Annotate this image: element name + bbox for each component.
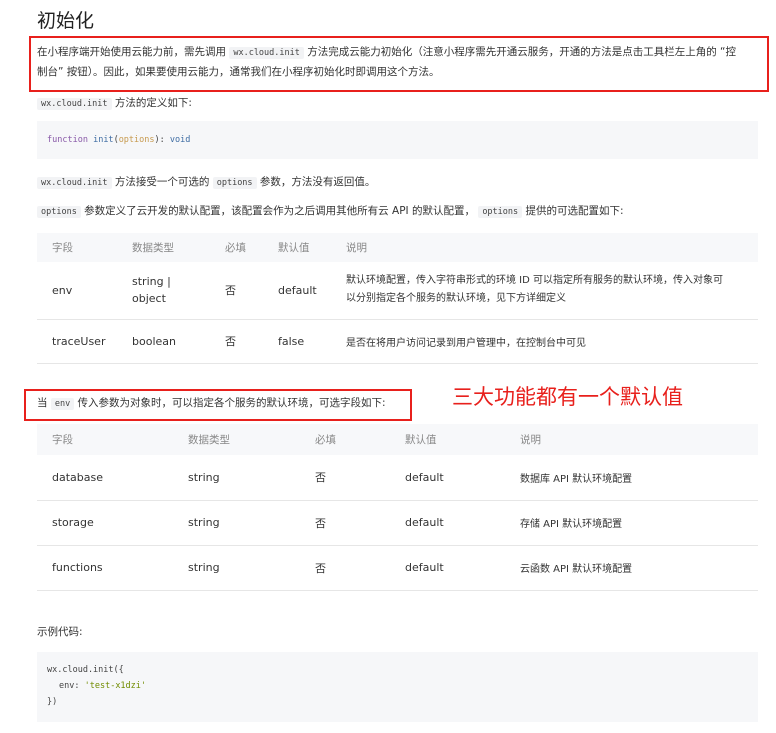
definition-line: wx.cloud.init 方法的定义如下: [37,94,192,114]
inline-code: wx.cloud.init [229,47,304,59]
table-row: functions string 否 default 云函数 API 默认环境配… [37,545,758,591]
page-title: 初始化 [37,10,95,32]
options-table: 字段 数据类型 必填 默认值 说明 env string | object 否 d… [37,233,758,364]
table-row: database string 否 default 数据库 API 默认环境配置 [37,455,758,501]
table-row: traceUser boolean 否 false 是否在将用户访问记录到用户管… [37,319,758,364]
table-header: 字段 数据类型 必填 默认值 说明 [37,424,758,455]
handwritten-annotation: 三大功能都有一个默认值 [452,385,683,409]
accepts-line: wx.cloud.init 方法接受一个可选的 options 参数，方法没有返… [37,173,375,193]
intro-line-2: 制台” 按钮）。因此，如果要使用云能力，通常我们在小程序初始化时即调用这个方法。 [37,66,440,78]
table-row: env string | object 否 default 默认环境配置，传入字符… [37,262,758,320]
env-line: 当 env 传入参数为对象时，可以指定各个服务的默认环境，可选字段如下: [37,397,386,410]
env-fields-table: 字段 数据类型 必填 默认值 说明 database string 否 defa… [37,424,758,591]
options-line: options 参数定义了云开发的默认配置，该配置会作为之后调用其他所有云 AP… [37,202,624,222]
inline-code: wx.cloud.init [37,98,112,110]
example-label: 示例代码: [37,626,83,638]
table-row: storage string 否 default 存储 API 默认环境配置 [37,500,758,546]
example-code-block: wx.cloud.init({ env: 'test-x1dzi' }) [37,652,758,722]
signature-code-block: function init(options): void [37,121,758,159]
intro-line-1: 在小程序端开始使用云能力前，需先调用 wx.cloud.init 方法完成云能力… [37,46,736,59]
table-header: 字段 数据类型 必填 默认值 说明 [37,233,758,262]
